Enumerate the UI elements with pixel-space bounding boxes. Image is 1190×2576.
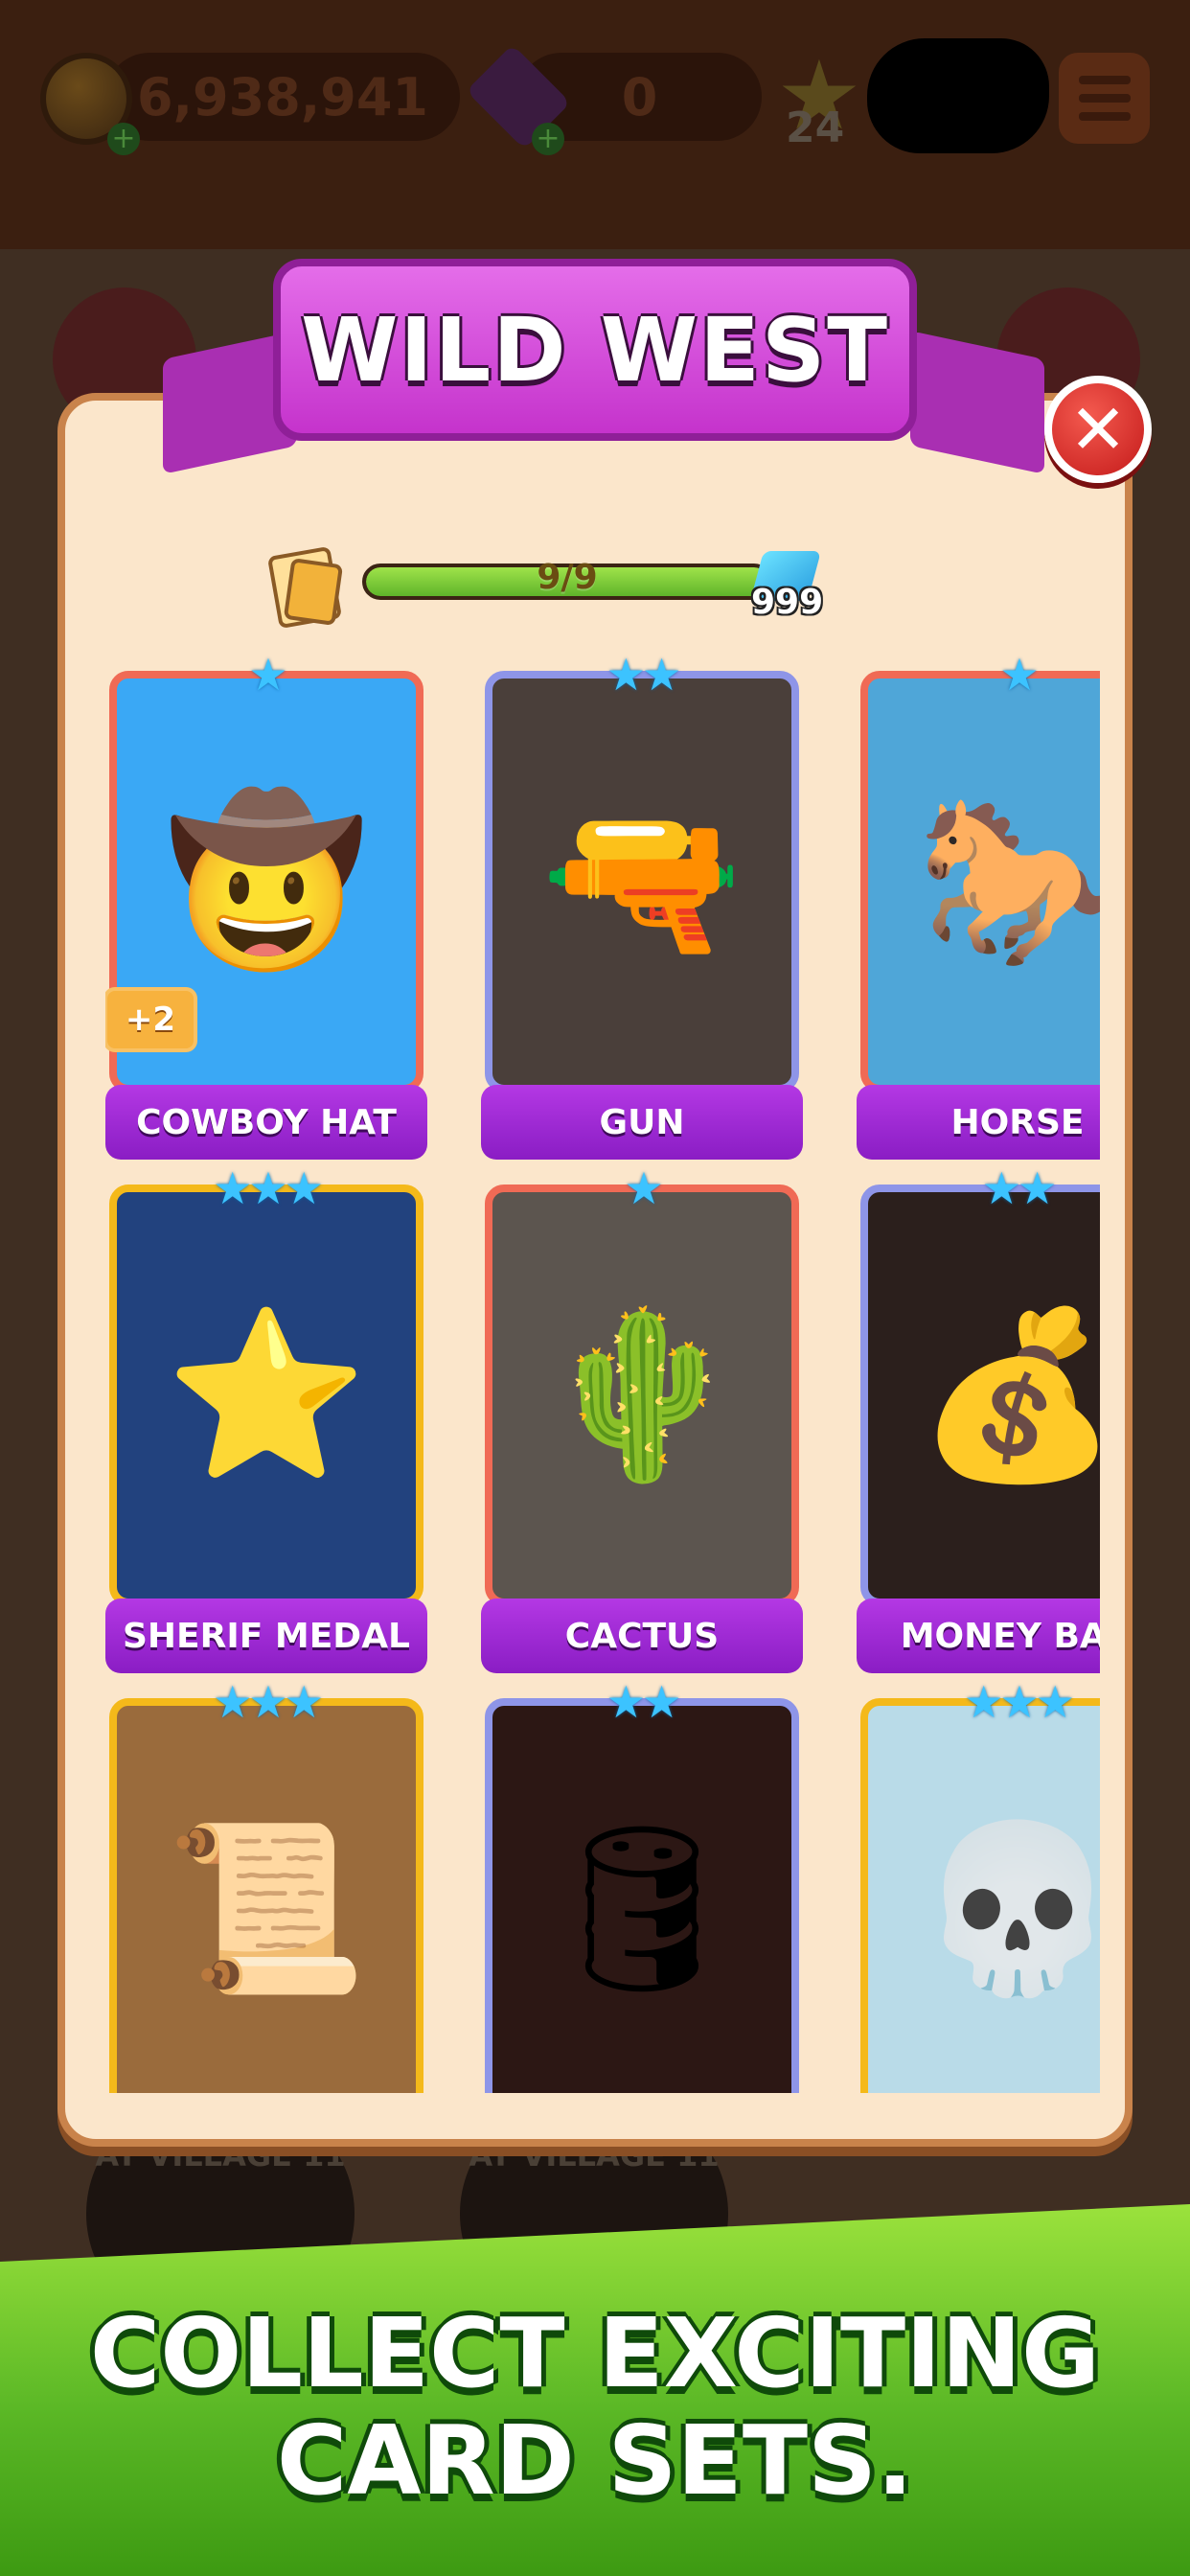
rarity-stars: ★★ [606, 652, 681, 701]
rarity-stars: ★ [624, 1162, 663, 1214]
rarity-stars: ★★★ [964, 1676, 1075, 1728]
card-name-label: SHERIF MEDAL [105, 1598, 427, 1673]
rarity-stars: ★★★ [213, 1676, 324, 1728]
promo-text: COLLECT EXCITING CARD SETS. [0, 2300, 1190, 2515]
card-artwork: 💰 [860, 1184, 1100, 1606]
star-count: 24 [786, 104, 845, 152]
cactus-icon: 🌵 [540, 1300, 744, 1490]
menu-bar [1078, 76, 1131, 84]
duplicate-count-badge: +2 [105, 987, 197, 1052]
card-artwork: 🔫 [485, 671, 799, 1092]
card-cactus[interactable]: 🌵 ★ CACTUS [481, 1165, 803, 1679]
gem-amount: 0 [621, 66, 658, 127]
rarity-stars: ★ [248, 652, 287, 701]
card-name-label: COWBOY HAT [105, 1085, 427, 1160]
horse-icon: 🐎 [916, 787, 1100, 977]
coin-counter: 6,938,941 [105, 53, 460, 141]
card-gun[interactable]: 🔫 ★★ GUN [481, 652, 803, 1165]
card-artwork: 🌵 [485, 1184, 799, 1606]
card-artwork: 🛢 [485, 1698, 799, 2093]
redacted-avatar [867, 38, 1049, 153]
add-gems-icon[interactable]: + [532, 123, 564, 155]
card-grid: 🤠 ★ +2 COWBOY HAT 🔫 ★★ GUN 🐎 ★ HORSE ⭐ ★★★ SHERIF ME… [105, 652, 1100, 2093]
card-artwork: 💀 [860, 1698, 1100, 2093]
menu-button[interactable] [1059, 53, 1150, 144]
card-tnt[interactable]: 🛢 ★★ [481, 1679, 803, 2093]
card-name-label: GUN [481, 1085, 803, 1160]
rarity-stars: ★★★ [213, 1162, 324, 1214]
card-skull[interactable]: 💀 ★★★ [857, 1679, 1100, 2093]
menu-bar [1078, 112, 1131, 121]
title-ribbon: WILD WEST [273, 259, 917, 441]
rarity-stars: ★★ [606, 1676, 681, 1728]
card-name-label: CACTUS [481, 1598, 803, 1673]
cards-icon [266, 545, 343, 630]
money-bag-icon: 💰 [916, 1300, 1100, 1490]
set-title: WILD WEST [300, 298, 890, 402]
card-artwork: 🐎 [860, 671, 1100, 1092]
add-coins-icon[interactable]: + [107, 123, 140, 155]
coin-amount: 6,938,941 [136, 66, 429, 127]
reward-count: 999 [751, 583, 824, 622]
tnt-barrel-icon: 🛢 [538, 1814, 745, 2004]
card-name-label: MONEY BAG [857, 1598, 1100, 1673]
cattle-skull-icon: 💀 [916, 1814, 1100, 2004]
rarity-stars: ★ [999, 652, 1039, 701]
close-button[interactable]: ✕ [1044, 376, 1152, 483]
card-horse[interactable]: 🐎 ★ HORSE [857, 652, 1100, 1165]
sheriff-badge-icon: ⭐ [165, 1300, 368, 1490]
card-name-label: HORSE [857, 1085, 1100, 1160]
card-artwork: ⭐ [109, 1184, 423, 1606]
top-hud: 6,938,941 + 0 + ★ 24 [0, 0, 1190, 249]
close-icon: ✕ [1068, 389, 1128, 470]
wanted-poster-icon: 📜 [165, 1814, 368, 2004]
rarity-stars: ★★ [981, 1162, 1057, 1214]
card-sherif-medal[interactable]: ⭐ ★★★ SHERIF MEDAL [105, 1165, 427, 1679]
card-money-bag[interactable]: 💰 ★★ MONEY BAG [857, 1165, 1100, 1679]
promo-line-2: CARD SETS. [276, 2404, 914, 2517]
menu-bar [1078, 94, 1131, 103]
card-cowboy-hat[interactable]: 🤠 ★ +2 COWBOY HAT [105, 652, 427, 1165]
card-wanted[interactable]: 📜 ★★★ [105, 1679, 427, 2093]
card-artwork: 📜 [109, 1698, 423, 2093]
promo-line-1: COLLECT EXCITING [89, 2297, 1101, 2409]
shotgun-icon: 🔫 [540, 787, 744, 977]
progress-text: 9/9 [537, 558, 598, 597]
